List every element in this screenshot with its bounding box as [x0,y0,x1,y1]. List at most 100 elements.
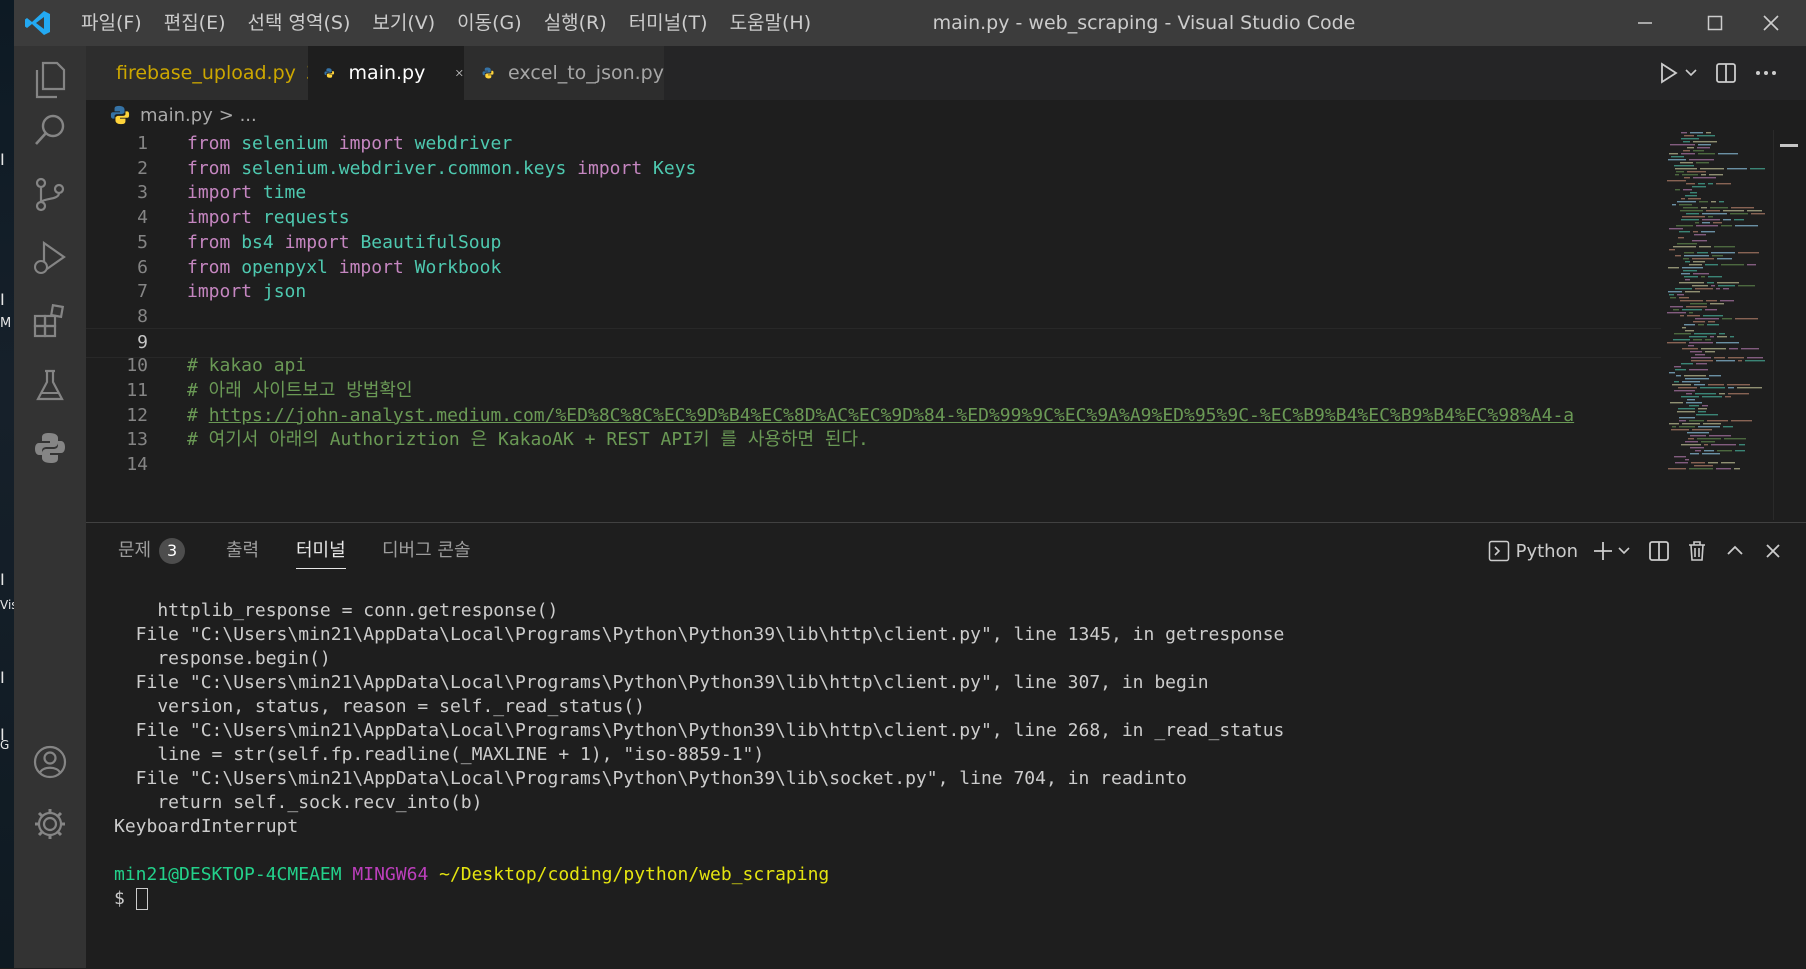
tab-problems-label: 문제 [118,540,152,561]
settings-button[interactable] [28,802,72,846]
run-debug-button[interactable] [28,236,72,280]
scroll-position-marker [1780,144,1798,147]
menu-terminal[interactable]: 터미널(T) [618,0,719,46]
terminal-input-line[interactable]: $ [114,887,1784,911]
close-panel-button[interactable] [1758,533,1788,569]
menu-file[interactable]: 파일(F) [70,0,153,46]
account-icon [33,745,67,779]
tab-debug-console-label: 디버그 콘솔 [382,540,471,561]
window-title: main.py - web_scraping - Visual Studio C… [932,12,1356,34]
split-editor-icon [1716,63,1736,83]
minimap[interactable] [1661,130,1773,520]
extensions-button[interactable] [28,300,72,344]
prompt-shell: MINGW64 [352,864,429,885]
tab-output[interactable]: 출력 [226,523,259,579]
search-icon [35,114,65,145]
terminal-line: File "C:\Users\min21\AppData\Local\Progr… [114,624,1285,645]
tab-terminal-label: 터미널 [296,540,346,561]
split-editor-button[interactable] [1708,55,1744,91]
terminal-line: response.begin() [114,648,331,669]
code-editor[interactable]: 1 from selenium import webdriver 2 from sel… [86,130,1661,522]
testing-icon [36,369,64,401]
run-python-button[interactable] [1654,55,1704,91]
menu-view[interactable]: 보기(V) [361,0,446,46]
close-window-button[interactable] [1736,0,1806,46]
terminal-selector[interactable]: Python [1488,533,1584,569]
settings-gear-icon [35,809,65,839]
trash-icon [1689,541,1705,561]
maximize-panel-icon [1727,545,1743,555]
new-terminal-button[interactable] [1592,533,1636,569]
python-file-icon [110,105,130,125]
editor-area: firebase_upload.py 3 main.py excel_to_js… [86,46,1806,522]
close-icon [1766,544,1780,558]
python-icon [35,433,65,463]
editor-scrollbar[interactable] [1773,130,1806,520]
source-control-icon [35,177,65,212]
close-icon [1763,15,1779,31]
menu-help[interactable]: 도움말(H) [719,0,823,46]
minimize-icon [1638,22,1652,24]
tab-excel-to-json[interactable]: excel_to_json.py [464,46,664,100]
terminal-line: File "C:\Users\min21\AppData\Local\Progr… [114,768,1187,789]
tab-firebase-upload[interactable]: firebase_upload.py 3 [86,46,318,100]
prompt-symbol: $ [114,888,125,909]
tab-debug-console[interactable]: 디버그 콘솔 [382,523,471,579]
close-icon[interactable] [455,64,464,82]
terminal-prompt-line: min21@DESKTOP-4CMEAEM MINGW64 ~/Desktop/… [114,863,1784,887]
new-terminal-icon [1594,542,1630,560]
maximize-panel-button[interactable] [1720,533,1750,569]
tab-problems[interactable]: 문제 3 [118,523,186,579]
menu-selection[interactable]: 선택 영역(S) [237,0,362,46]
breadcrumb-rest[interactable]: > ... [219,105,257,126]
more-actions-button[interactable] [1748,55,1784,91]
source-control-button[interactable] [28,172,72,216]
desktop-fragment: M [0,316,12,331]
menu-bar: 파일(F) 편집(E) 선택 영역(S) 보기(V) 이동(G) 실행(R) 터… [70,0,822,46]
desktop-fragment: I [0,570,5,589]
panel-tab-bar: 문제 3 출력 터미널 디버그 콘솔 Python [86,523,1806,579]
accounts-button[interactable] [28,740,72,784]
menu-go[interactable]: 이동(G) [446,0,533,46]
desktop-fragment: I [0,290,5,309]
split-terminal-icon [1649,541,1669,561]
more-icon [1756,71,1776,75]
minimize-button[interactable] [1610,0,1680,46]
breadcrumb: main.py > ... [86,100,1806,130]
tab-terminal[interactable]: 터미널 [296,523,346,579]
kill-terminal-button[interactable] [1682,533,1712,569]
terminal-line: return self._sock.recv_into(b) [114,792,483,813]
tab-label: firebase_upload.py [116,62,296,84]
bottom-panel: 문제 3 출력 터미널 디버그 콘솔 Python httplib_respon… [86,522,1806,969]
activity-bar [14,46,86,968]
terminal-line: line = str(self.fp.readline(_MAXLINE + 1… [114,744,765,765]
search-button[interactable] [28,108,72,152]
code-line[interactable]: 14 [86,451,1661,479]
line-number: 14 [126,454,148,476]
explorer-icon [35,61,66,99]
terminal-line: version, status, reason = self._read_sta… [114,696,646,717]
terminal-line: File "C:\Users\min21\AppData\Local\Progr… [114,672,1209,693]
vscode-logo-icon [25,11,50,35]
terminal-line: KeyboardInterrupt [114,816,299,837]
desktop-background: I I M I Vis I I G [0,0,18,968]
terminal-line: httplib_response = conn.getresponse() [114,600,559,621]
editor-tab-bar: firebase_upload.py 3 main.py excel_to_js… [86,46,1806,100]
explorer-button[interactable] [28,58,72,102]
split-terminal-button[interactable] [1644,533,1674,569]
terminal-name: Python [1515,540,1578,562]
tab-output-label: 출력 [226,540,260,561]
extensions-icon [33,304,65,338]
breadcrumb-file[interactable]: main.py [140,105,213,126]
run-icon [1661,62,1697,84]
desktop-fragment: I [0,150,5,169]
menu-run[interactable]: 실행(R) [533,0,618,46]
testing-button[interactable] [28,364,72,408]
tab-main-py[interactable]: main.py [308,46,464,100]
desktop-fragment: G [0,738,10,752]
menu-edit[interactable]: 편집(E) [153,0,237,46]
terminal-output[interactable]: httplib_response = conn.getresponse() Fi… [114,599,1784,969]
python-button[interactable] [28,426,72,470]
panel-actions: Python [1480,523,1806,579]
